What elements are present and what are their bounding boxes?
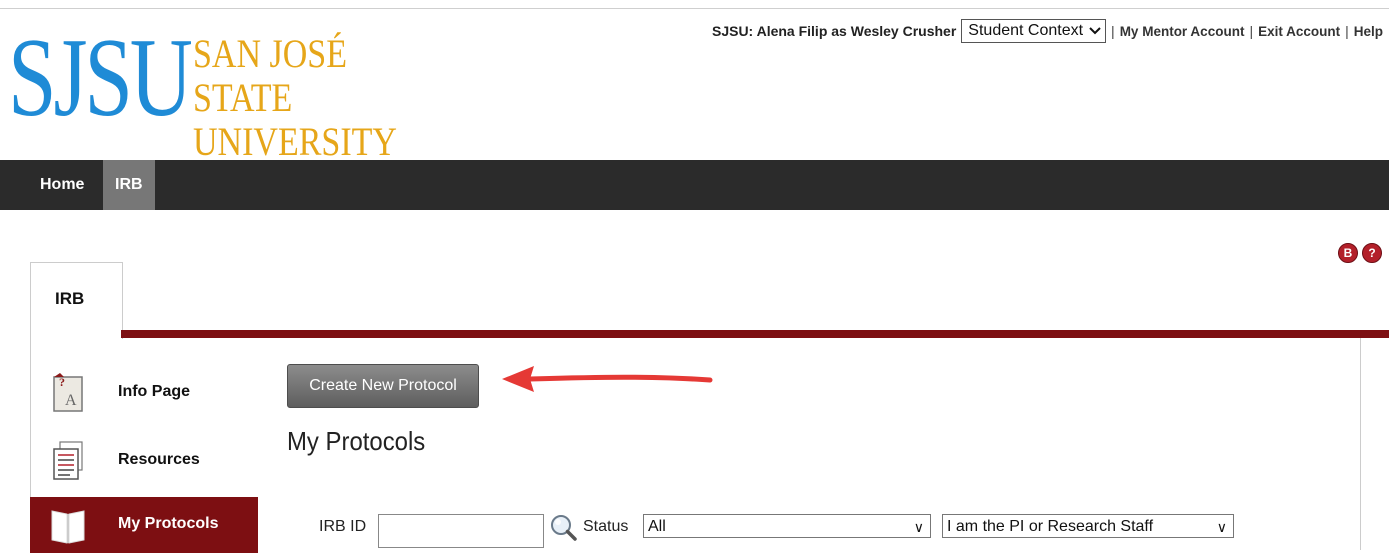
sidebar-item-label: Resources bbox=[118, 451, 200, 468]
account-bar: SJSU: Alena Filip as Wesley Crusher Stud… bbox=[712, 19, 1383, 43]
status-label: Status bbox=[583, 518, 629, 535]
b-circle-icon[interactable]: B bbox=[1338, 243, 1358, 263]
sidebar-item-my-protocols[interactable]: My Protocols bbox=[30, 497, 258, 553]
main-nav: Home IRB bbox=[0, 160, 1389, 210]
context-select-value: Student Context bbox=[968, 22, 1084, 39]
separator: | bbox=[1345, 23, 1349, 39]
tab-irb[interactable]: IRB bbox=[30, 262, 123, 339]
my-mentor-account-link[interactable]: My Mentor Account bbox=[1120, 24, 1245, 39]
svg-text:A: A bbox=[65, 392, 77, 409]
annotation-arrow-icon bbox=[502, 366, 713, 392]
sjsu-logo[interactable]: SJSU SAN JOSÉ STATE UNIVERSITY bbox=[8, 16, 408, 164]
separator: | bbox=[1249, 23, 1254, 39]
help-circle-icon[interactable]: ? bbox=[1362, 243, 1382, 263]
tab-underline bbox=[121, 330, 1389, 338]
content-border-right bbox=[1360, 338, 1361, 550]
chevron-down-icon: ∨ bbox=[1216, 519, 1227, 535]
chevron-down-icon bbox=[1089, 27, 1101, 35]
logo-abbrev: SJSU bbox=[8, 16, 193, 140]
chevron-down-icon: ∨ bbox=[913, 519, 924, 535]
search-icon[interactable] bbox=[548, 512, 578, 542]
role-filter-select[interactable]: I am the PI or Research Staff ∨ bbox=[942, 514, 1234, 538]
sidebar-item-resources[interactable]: Resources bbox=[30, 433, 258, 489]
sidebar-item-label: My Protocols bbox=[118, 515, 219, 532]
irb-id-label: IRB ID bbox=[319, 518, 367, 535]
exit-account-link[interactable]: Exit Account bbox=[1258, 24, 1340, 39]
user-context-text: SJSU: Alena Filip as Wesley Crusher bbox=[711, 23, 957, 39]
top-divider bbox=[0, 8, 1389, 9]
create-new-protocol-button[interactable]: Create New Protocol bbox=[287, 364, 479, 408]
sidebar-item-info-page[interactable]: ? A Info Page bbox=[30, 365, 258, 421]
resources-icon bbox=[53, 441, 83, 480]
logo-university-name: SAN JOSÉ STATE UNIVERSITY bbox=[193, 32, 397, 164]
logo-line-2: UNIVERSITY bbox=[193, 119, 397, 164]
logo-line-1: SAN JOSÉ STATE bbox=[193, 31, 347, 120]
page-title: My Protocols bbox=[287, 426, 426, 456]
tab-irb-label: IRB bbox=[55, 289, 85, 308]
help-link[interactable]: Help bbox=[1354, 24, 1383, 39]
sidebar-item-label: Info Page bbox=[118, 383, 191, 400]
role-filter-value: I am the PI or Research Staff bbox=[947, 518, 1154, 535]
separator: | bbox=[1111, 23, 1115, 39]
svg-text:?: ? bbox=[59, 375, 65, 389]
book-icon bbox=[51, 510, 85, 544]
nav-item-home[interactable]: Home bbox=[28, 160, 96, 210]
context-select[interactable]: Student Context bbox=[961, 19, 1107, 43]
irb-id-input[interactable] bbox=[378, 514, 544, 548]
info-page-icon: ? A bbox=[53, 373, 83, 412]
status-select-value: All bbox=[648, 518, 666, 535]
status-select[interactable]: All ∨ bbox=[643, 514, 931, 538]
nav-item-irb[interactable]: IRB bbox=[103, 160, 155, 210]
